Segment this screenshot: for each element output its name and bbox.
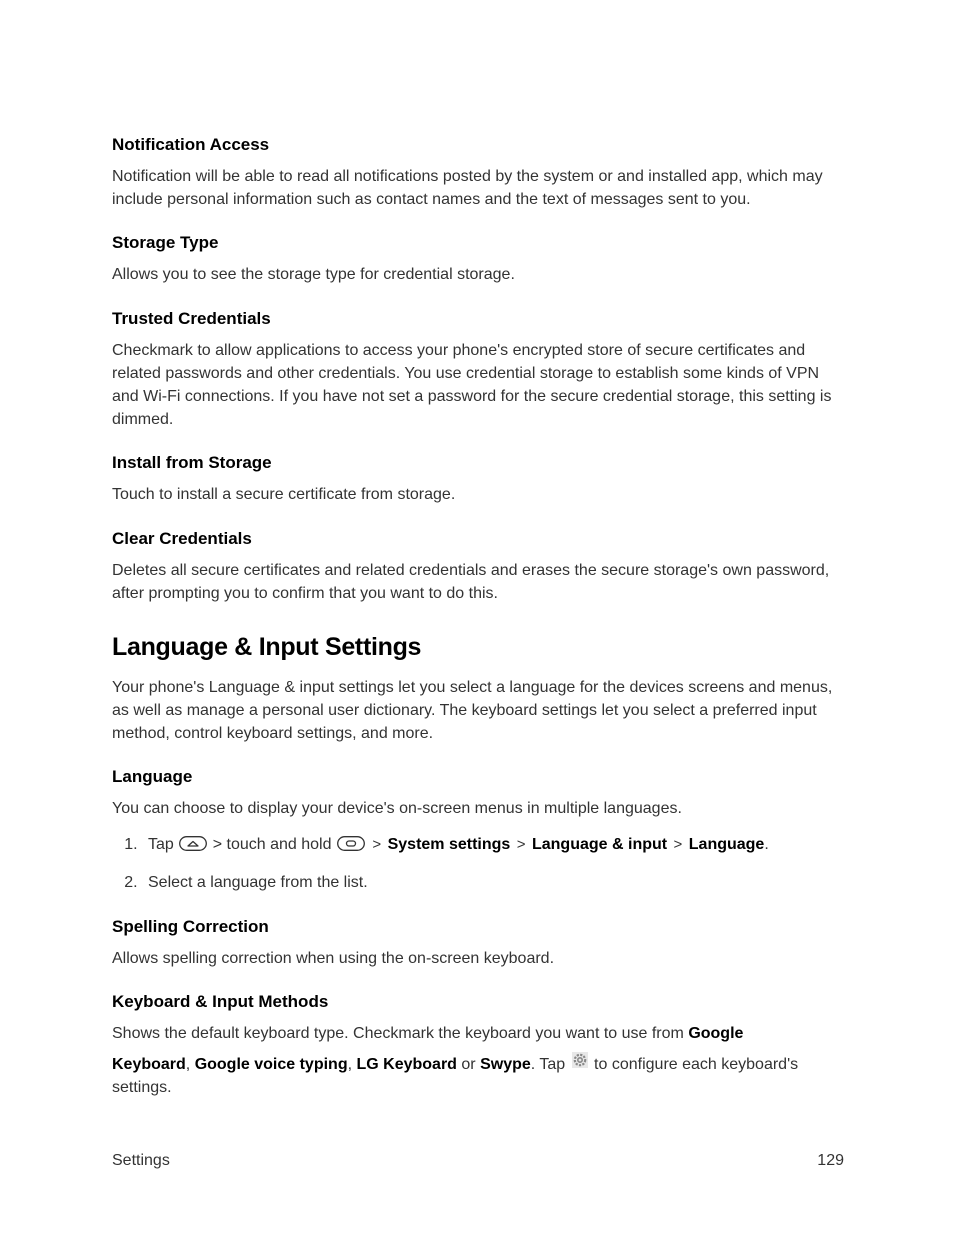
step1-language-input: Language & input <box>532 836 667 853</box>
body-storage-type: Allows you to see the storage type for c… <box>112 263 844 286</box>
language-step-1: Tap > touch and hold > System settings >… <box>142 833 844 857</box>
heading-trusted-credentials: Trusted Credentials <box>112 309 844 329</box>
body-install-from-storage: Touch to install a secure certificate fr… <box>112 483 844 506</box>
heading-spelling-correction: Spelling Correction <box>112 917 844 937</box>
step1-gt2: > <box>515 836 528 853</box>
kim-or: or <box>457 1056 480 1073</box>
step1-system-settings: System settings <box>388 836 511 853</box>
kim-lg-keyboard: LG Keyboard <box>356 1056 456 1073</box>
kim-tap-part: . Tap <box>531 1056 570 1073</box>
gear-icon <box>572 1052 588 1075</box>
step1-language-bold: Language <box>689 836 765 853</box>
heading-install-from-storage: Install from Storage <box>112 453 844 473</box>
kim-comma1: , <box>186 1056 195 1073</box>
step1-period: . <box>764 836 768 853</box>
heading-keyboard-input-methods: Keyboard & Input Methods <box>112 992 844 1012</box>
body-clear-credentials: Deletes all secure certificates and rela… <box>112 559 844 605</box>
step1-gt1: > <box>370 836 383 853</box>
kim-google: Google <box>688 1025 743 1042</box>
heading-language-input-settings: Language & Input Settings <box>112 633 844 662</box>
body-language: You can choose to display your device's … <box>112 797 844 820</box>
heading-storage-type: Storage Type <box>112 233 844 253</box>
language-step-2: Select a language from the list. <box>142 871 844 895</box>
home-icon <box>179 836 207 851</box>
body-keyboard-input-methods-1: Shows the default keyboard type. Checkma… <box>112 1022 844 1045</box>
page-footer: Settings 129 <box>112 1152 844 1170</box>
body-spelling-correction: Allows spelling correction when using th… <box>112 947 844 970</box>
body-keyboard-input-methods-2: Keyboard, Google voice typing, LG Keyboa… <box>112 1053 844 1100</box>
heading-language: Language <box>112 767 844 787</box>
heading-notification-access: Notification Access <box>112 135 844 155</box>
kim-keyboard: Keyboard <box>112 1056 186 1073</box>
kim-swype: Swype <box>480 1056 531 1073</box>
kim-part1: Shows the default keyboard type. Checkma… <box>112 1025 688 1042</box>
footer-page-number: 129 <box>817 1152 844 1170</box>
recent-apps-icon <box>337 836 365 851</box>
body-trusted-credentials: Checkmark to allow applications to acces… <box>112 339 844 432</box>
step1-gt3: > <box>672 836 685 853</box>
step1-tap: Tap <box>148 836 174 853</box>
step1-touch-hold: > touch and hold <box>213 836 332 853</box>
footer-section-name: Settings <box>112 1152 170 1170</box>
body-notification-access: Notification will be able to read all no… <box>112 165 844 211</box>
language-steps-list: Tap > touch and hold > System settings >… <box>128 833 844 895</box>
heading-clear-credentials: Clear Credentials <box>112 529 844 549</box>
kim-google-voice: Google voice typing <box>195 1056 348 1073</box>
body-language-input-settings: Your phone's Language & input settings l… <box>112 676 844 746</box>
